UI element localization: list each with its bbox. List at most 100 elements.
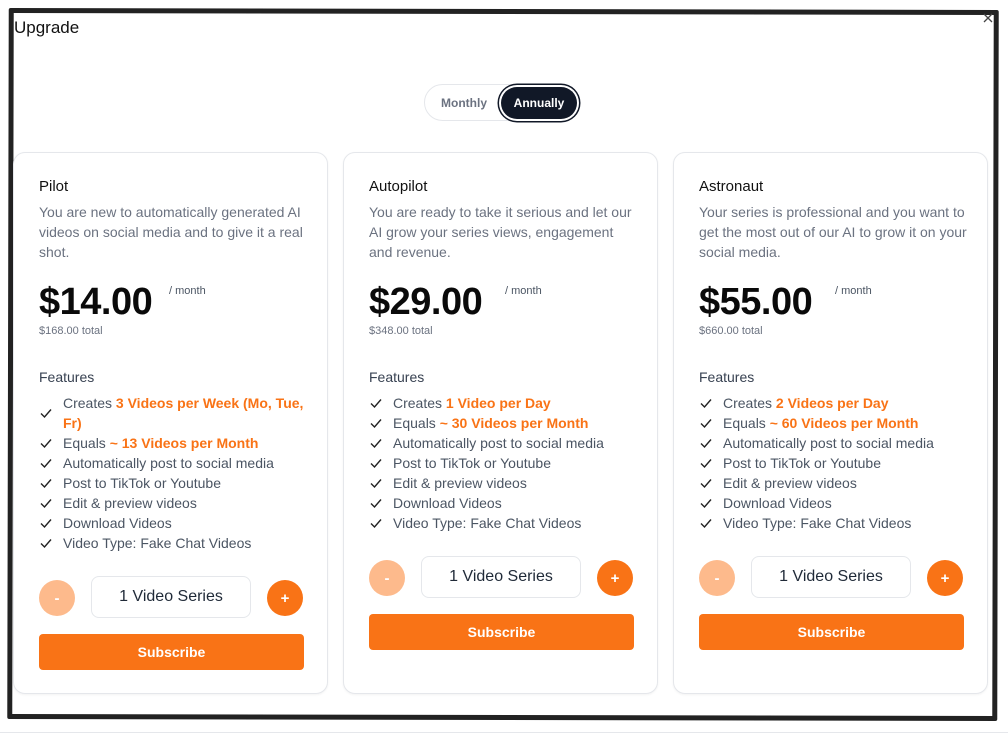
- feature-text: Post to TikTok or Youtube: [723, 453, 881, 473]
- price-period: / month: [505, 285, 542, 297]
- feature-text: Download Videos: [63, 513, 172, 533]
- feature-prefix: Post to TikTok or Youtube: [723, 455, 881, 471]
- feature-prefix: Download Videos: [63, 515, 172, 531]
- plan-name: Autopilot: [369, 178, 428, 195]
- plan-description: Your series is professional and you want…: [699, 204, 967, 260]
- feature-text: Video Type: Fake Chat Videos: [393, 513, 581, 533]
- price-total: $660.00 total: [699, 325, 763, 337]
- feature-item: Video Type: Fake Chat Videos: [699, 513, 969, 533]
- feature-highlight: 2 Videos per Day: [775, 395, 889, 411]
- feature-item: Download Videos: [699, 493, 969, 513]
- features-list: Creates 2 Videos per Day Equals ~ 60 Vid…: [699, 393, 969, 533]
- feature-prefix: Video Type: Fake Chat Videos: [393, 515, 582, 531]
- plan-price: $29.00: [369, 281, 483, 323]
- feature-item: Post to TikTok or Youtube: [369, 453, 639, 473]
- close-button[interactable]: [982, 12, 994, 24]
- check-icon: [40, 459, 52, 469]
- check-icon: [370, 479, 382, 489]
- feature-prefix: Edit & preview videos: [723, 475, 857, 491]
- feature-prefix: Creates: [63, 395, 116, 411]
- feature-text: Post to TikTok or Youtube: [63, 473, 221, 493]
- plan-description: You are new to automatically generated A…: [39, 204, 303, 260]
- series-stepper: - 1 Video Series +: [699, 556, 964, 598]
- feature-prefix: Edit & preview videos: [63, 495, 197, 511]
- decrement-button[interactable]: -: [699, 560, 735, 596]
- plan-description: You are ready to take it serious and let…: [369, 204, 632, 260]
- features-heading: Features: [39, 369, 95, 385]
- feature-item: Edit & preview videos: [369, 473, 639, 493]
- feature-prefix: Automatically post to social media: [723, 435, 934, 451]
- feature-highlight: ~ 60 Videos per Month: [769, 415, 919, 431]
- feature-prefix: Equals: [723, 415, 770, 431]
- dialog-title: Upgrade: [14, 18, 80, 37]
- subscribe-button[interactable]: Subscribe: [39, 634, 304, 670]
- decrement-button[interactable]: -: [369, 560, 405, 596]
- check-icon: [40, 499, 52, 509]
- feature-item: Creates 3 Videos per Week (Mo, Tue, Fr): [39, 393, 309, 433]
- feature-item: Video Type: Fake Chat Videos: [369, 513, 639, 533]
- plan-price: $14.00: [39, 281, 153, 323]
- feature-text: Automatically post to social media: [393, 433, 604, 453]
- toggle-annually[interactable]: Annually: [501, 87, 577, 119]
- feature-item: Edit & preview videos: [39, 493, 309, 513]
- feature-prefix: Automatically post to social media: [393, 435, 604, 451]
- increment-button[interactable]: +: [597, 560, 633, 596]
- feature-item: Equals ~ 30 Videos per Month: [369, 413, 639, 433]
- plan-name: Astronaut: [699, 178, 764, 195]
- plan-card-astronaut: Astronaut Your series is professional an…: [673, 152, 988, 694]
- feature-item: Equals ~ 13 Videos per Month: [39, 433, 309, 453]
- check-icon: [370, 419, 382, 429]
- check-icon: [40, 519, 52, 529]
- feature-text: Download Videos: [723, 493, 832, 513]
- feature-item: Automatically post to social media: [699, 433, 969, 453]
- feature-text: Automatically post to social media: [63, 453, 274, 473]
- feature-text: Edit & preview videos: [723, 473, 857, 493]
- divider: [0, 732, 1008, 733]
- series-count-field[interactable]: 1 Video Series: [91, 576, 251, 618]
- feature-highlight: ~ 13 Videos per Month: [109, 435, 259, 451]
- feature-prefix: Automatically post to social media: [63, 455, 274, 471]
- feature-text: Automatically post to social media: [723, 433, 934, 453]
- check-icon: [370, 399, 382, 409]
- series-count-field[interactable]: 1 Video Series: [421, 556, 581, 598]
- features-list: Creates 3 Videos per Week (Mo, Tue, Fr) …: [39, 393, 309, 553]
- series-count-field[interactable]: 1 Video Series: [751, 556, 911, 598]
- decrement-button[interactable]: -: [39, 580, 75, 616]
- check-icon: [370, 499, 382, 509]
- check-icon: [40, 439, 52, 449]
- check-icon: [370, 459, 382, 469]
- check-icon: [700, 459, 712, 469]
- check-icon: [40, 539, 52, 549]
- feature-item: Download Videos: [369, 493, 639, 513]
- check-icon: [370, 439, 382, 449]
- feature-text: Equals ~ 30 Videos per Month: [393, 413, 588, 433]
- close-icon: [983, 13, 993, 23]
- toggle-monthly[interactable]: Monthly: [433, 85, 495, 120]
- feature-item: Download Videos: [39, 513, 309, 533]
- feature-prefix: Post to TikTok or Youtube: [393, 455, 551, 471]
- price-total: $168.00 total: [39, 325, 103, 337]
- feature-text: Video Type: Fake Chat Videos: [63, 533, 251, 553]
- feature-text: Creates 3 Videos per Week (Mo, Tue, Fr): [63, 393, 309, 433]
- series-stepper: - 1 Video Series +: [39, 576, 304, 618]
- feature-prefix: Equals: [63, 435, 110, 451]
- check-icon: [40, 409, 52, 419]
- feature-text: Equals ~ 13 Videos per Month: [63, 433, 258, 453]
- plan-price: $55.00: [699, 281, 813, 323]
- feature-text: Download Videos: [393, 493, 502, 513]
- increment-button[interactable]: +: [267, 580, 303, 616]
- check-icon: [700, 499, 712, 509]
- feature-text: Post to TikTok or Youtube: [393, 453, 551, 473]
- series-stepper: - 1 Video Series +: [369, 556, 634, 598]
- feature-prefix: Download Videos: [723, 495, 832, 511]
- feature-text: Creates 2 Videos per Day: [723, 393, 889, 413]
- feature-prefix: Edit & preview videos: [393, 475, 527, 491]
- increment-button[interactable]: +: [927, 560, 963, 596]
- plan-card-autopilot: Autopilot You are ready to take it serio…: [343, 152, 658, 694]
- subscribe-button[interactable]: Subscribe: [699, 614, 964, 650]
- feature-prefix: Post to TikTok or Youtube: [63, 475, 221, 491]
- feature-item: Video Type: Fake Chat Videos: [39, 533, 309, 553]
- feature-item: Automatically post to social media: [39, 453, 309, 473]
- price-period: / month: [169, 285, 206, 297]
- subscribe-button[interactable]: Subscribe: [369, 614, 634, 650]
